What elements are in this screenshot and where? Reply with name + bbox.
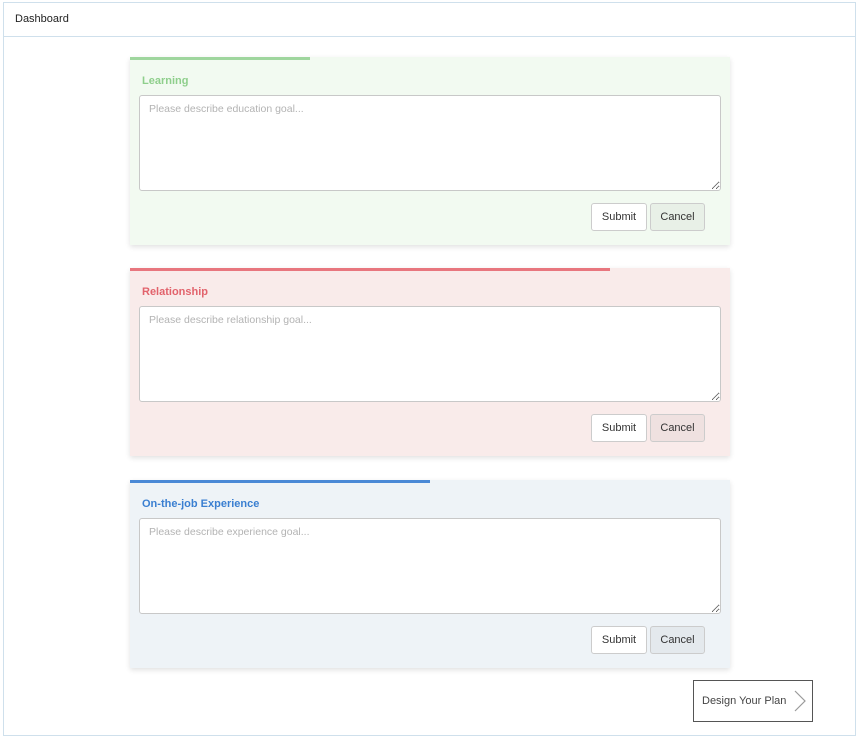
learning-submit-button[interactable]: Submit	[591, 203, 647, 231]
design-your-plan-label: Design Your Plan	[702, 695, 787, 707]
experience-submit-button[interactable]: Submit	[591, 626, 647, 654]
relationship-goal-input[interactable]	[139, 306, 721, 402]
learning-goal-input[interactable]	[139, 95, 721, 191]
relationship-progress-bar	[130, 268, 610, 271]
header: Dashboard	[4, 3, 855, 37]
learning-cancel-button[interactable]: Cancel	[650, 203, 705, 231]
experience-progress-bar	[130, 480, 430, 483]
relationship-label: Relationship	[142, 286, 209, 298]
relationship-submit-button[interactable]: Submit	[591, 414, 647, 442]
experience-goal-card: On-the-job Experience Submit Cancel	[130, 480, 730, 668]
experience-cancel-button[interactable]: Cancel	[650, 626, 705, 654]
relationship-goal-card: Relationship Submit Cancel	[130, 268, 730, 456]
learning-goal-card: Learning Submit Cancel	[130, 57, 730, 245]
experience-goal-input[interactable]	[139, 518, 721, 614]
experience-label: On-the-job Experience	[142, 498, 260, 510]
learning-progress-bar	[130, 57, 310, 60]
chevron-right-icon	[794, 690, 806, 717]
learning-label: Learning	[142, 75, 189, 87]
page-title: Dashboard	[15, 13, 69, 25]
relationship-cancel-button[interactable]: Cancel	[650, 414, 705, 442]
design-your-plan-button[interactable]: Design Your Plan	[693, 680, 813, 722]
